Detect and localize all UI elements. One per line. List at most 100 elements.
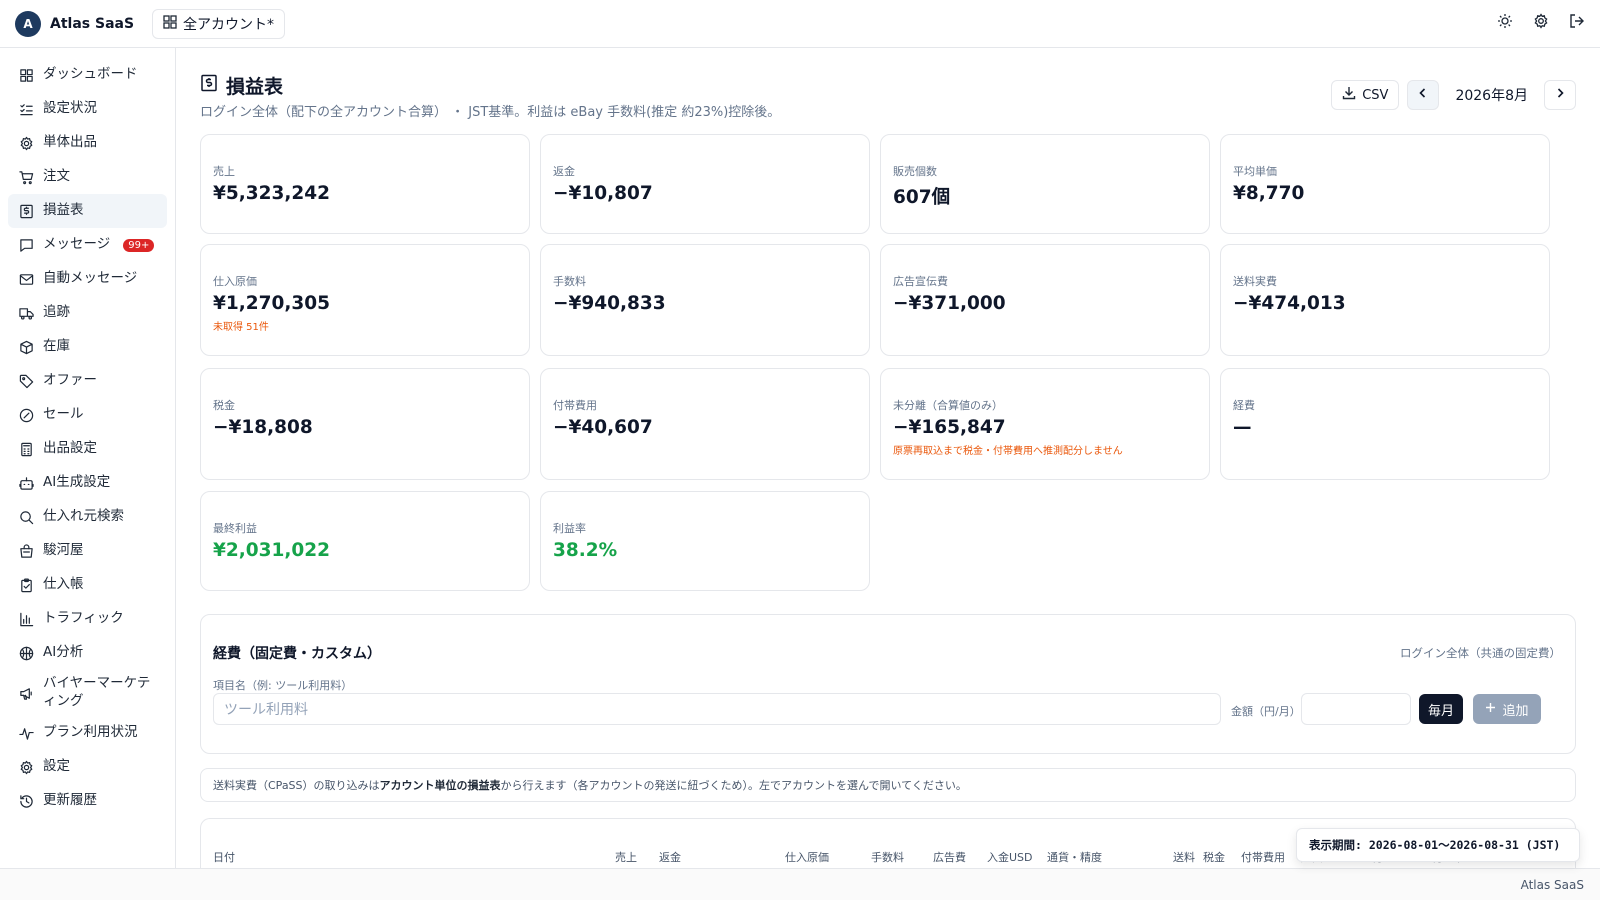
account-selector[interactable]: 全アカウント* — [152, 8, 286, 39]
metric-card: 送料実費 −¥474,013 — [1220, 244, 1550, 356]
metric-note: 未取得 51件 — [213, 322, 269, 333]
app-logo[interactable]: A — [15, 10, 41, 37]
gear-icon — [18, 135, 34, 151]
sidebar-item-0[interactable]: ダッシュボード — [8, 58, 167, 92]
item-name-placeholder: ツール利用料 — [224, 702, 308, 718]
item-name-input[interactable]: ツール利用料 — [213, 693, 1221, 725]
column-header[interactable]: 売上 — [615, 849, 637, 865]
store-icon — [18, 543, 34, 559]
column-header[interactable]: 入金USD — [987, 849, 1033, 865]
metric-label: 税金 — [213, 399, 235, 412]
page-subtitle: ログイン全体（配下の全アカウント合算） ・ JST基準。利益は eBay 手数料… — [200, 105, 781, 120]
unread-badge: 99+ — [123, 238, 155, 252]
column-header[interactable]: 手数料 — [871, 849, 904, 865]
grid-icon — [163, 14, 177, 33]
metric-value: −¥40,607 — [553, 417, 653, 438]
page-title-text: 損益表 — [226, 76, 284, 98]
sidebar-item-4[interactable]: 損益表 — [8, 194, 167, 228]
prev-month-button[interactable] — [1407, 80, 1440, 110]
sidebar-item-18[interactable]: バイヤーマーケティング — [8, 670, 167, 716]
metric-value: ¥8,770 — [1233, 183, 1305, 204]
sun-icon[interactable] — [1496, 12, 1514, 30]
metric-label: 仕入原価 — [213, 275, 257, 288]
sidebar-item-19[interactable]: プラン利用状況 — [8, 716, 167, 750]
sidebar-item-label: 単体出品 — [43, 134, 97, 151]
history-icon — [18, 793, 34, 809]
column-header[interactable]: 返金 — [659, 849, 681, 865]
monthly-toggle-button[interactable]: 毎月 — [1419, 694, 1463, 724]
metric-label: 平均単価 — [1233, 165, 1277, 178]
csv-download-button[interactable]: CSV — [1331, 80, 1400, 110]
metric-value: −¥10,807 — [553, 183, 653, 204]
sidebar-item-label: 注文 — [43, 168, 70, 185]
metric-value: 607個 — [893, 187, 951, 208]
column-header[interactable]: 広告費 — [933, 849, 966, 865]
column-header[interactable]: 送料 — [1173, 849, 1195, 865]
add-expense-label: 追加 — [1502, 703, 1529, 719]
brain-icon — [18, 645, 34, 661]
calculator-icon — [18, 441, 34, 457]
metric-card: 広告宣伝費 −¥371,000 — [880, 244, 1210, 356]
sidebar-item-21[interactable]: 更新履歴 — [8, 784, 167, 818]
column-header[interactable]: 仕入原価 — [785, 849, 829, 865]
main-content: 損益表 ログイン全体（配下の全アカウント合算） ・ JST基準。利益は eBay… — [200, 48, 1576, 878]
sidebar-item-7[interactable]: 追跡 — [8, 296, 167, 330]
mail-icon — [18, 271, 34, 287]
info-text-bold[interactable]: アカウント単位の損益表 — [380, 777, 501, 793]
sidebar-item-17[interactable]: AI分析 — [8, 636, 167, 670]
metric-card: 未分離（合算値のみ） −¥165,847 原票再取込まで税金・付帯費用へ推測配分しま… — [880, 368, 1210, 480]
metric-card: 税金 −¥18,808 — [200, 368, 530, 480]
column-header[interactable]: 税金 — [1203, 849, 1225, 865]
sidebar-item-13[interactable]: 仕入れ元検索 — [8, 500, 167, 534]
logout-icon[interactable] — [1568, 12, 1586, 30]
dollar-doc-icon — [18, 203, 34, 219]
column-header[interactable]: 付帯費用 — [1241, 849, 1285, 865]
sidebar-item-15[interactable]: 仕入帳 — [8, 568, 167, 602]
truck-icon — [18, 305, 34, 321]
sidebar-item-10[interactable]: セール — [8, 398, 167, 432]
tag-icon — [18, 373, 34, 389]
metric-card: 販売個数 607個 — [880, 134, 1210, 234]
metric-value: ¥5,323,242 — [213, 183, 331, 204]
sidebar-item-2[interactable]: 単体出品 — [8, 126, 167, 160]
sidebar-item-14[interactable]: 駿河屋 — [8, 534, 167, 568]
sidebar-item-16[interactable]: トラフィック — [8, 602, 167, 636]
sidebar-item-12[interactable]: AI生成設定 — [8, 466, 167, 500]
next-month-button[interactable] — [1544, 80, 1576, 110]
metric-card: 手数料 −¥940,833 — [540, 244, 870, 356]
sidebar-item-1[interactable]: 設定状況 — [8, 92, 167, 126]
chevron-left-icon — [1417, 87, 1429, 103]
metric-value: ¥2,031,022 — [213, 540, 331, 561]
sidebar-item-6[interactable]: 自動メッセージ — [8, 262, 167, 296]
sidebar-item-label: 損益表 — [43, 202, 84, 219]
metric-label: 最終利益 — [213, 522, 257, 535]
sidebar-item-9[interactable]: オファー — [8, 364, 167, 398]
metric-card: 仕入原価 ¥1,270,305 未取得 51件 — [200, 244, 530, 356]
sidebar-item-11[interactable]: 出品設定 — [8, 432, 167, 466]
gear-icon[interactable] — [1532, 12, 1550, 30]
sidebar-item-label: オファー — [43, 372, 97, 389]
sidebar-item-8[interactable]: 在庫 — [8, 330, 167, 364]
settings-icon — [18, 759, 34, 775]
list-check-icon — [18, 101, 34, 117]
metric-label: 売上 — [213, 165, 235, 178]
sidebar-item-label: AI分析 — [43, 644, 84, 661]
metric-card: 付帯費用 −¥40,607 — [540, 368, 870, 480]
bar-chart-icon — [18, 611, 34, 627]
metric-card: 経費 — — [1220, 368, 1550, 480]
plus-icon — [1485, 702, 1496, 717]
metric-card: 平均単価 ¥8,770 — [1220, 134, 1550, 234]
metric-label: 返金 — [553, 165, 575, 178]
amount-input[interactable] — [1301, 693, 1411, 725]
metric-card: 売上 ¥5,323,242 — [200, 134, 530, 234]
sidebar-item-5[interactable]: メッセージ 99+ — [8, 228, 167, 262]
sidebar-item-label: バイヤーマーケティング — [43, 675, 151, 709]
column-header[interactable]: 通貨・精度 — [1047, 849, 1102, 865]
sidebar-item-20[interactable]: 設定 — [8, 750, 167, 784]
column-header[interactable]: 日付 — [213, 849, 235, 865]
sidebar-item-3[interactable]: 注文 — [8, 160, 167, 194]
metric-label: 未分離（合算値のみ） — [893, 399, 1003, 412]
percent-icon — [18, 407, 34, 423]
add-expense-button[interactable]: 追加 — [1473, 694, 1541, 724]
metric-note: 原票再取込まで税金・付帯費用へ推測配分しません — [893, 446, 1123, 457]
